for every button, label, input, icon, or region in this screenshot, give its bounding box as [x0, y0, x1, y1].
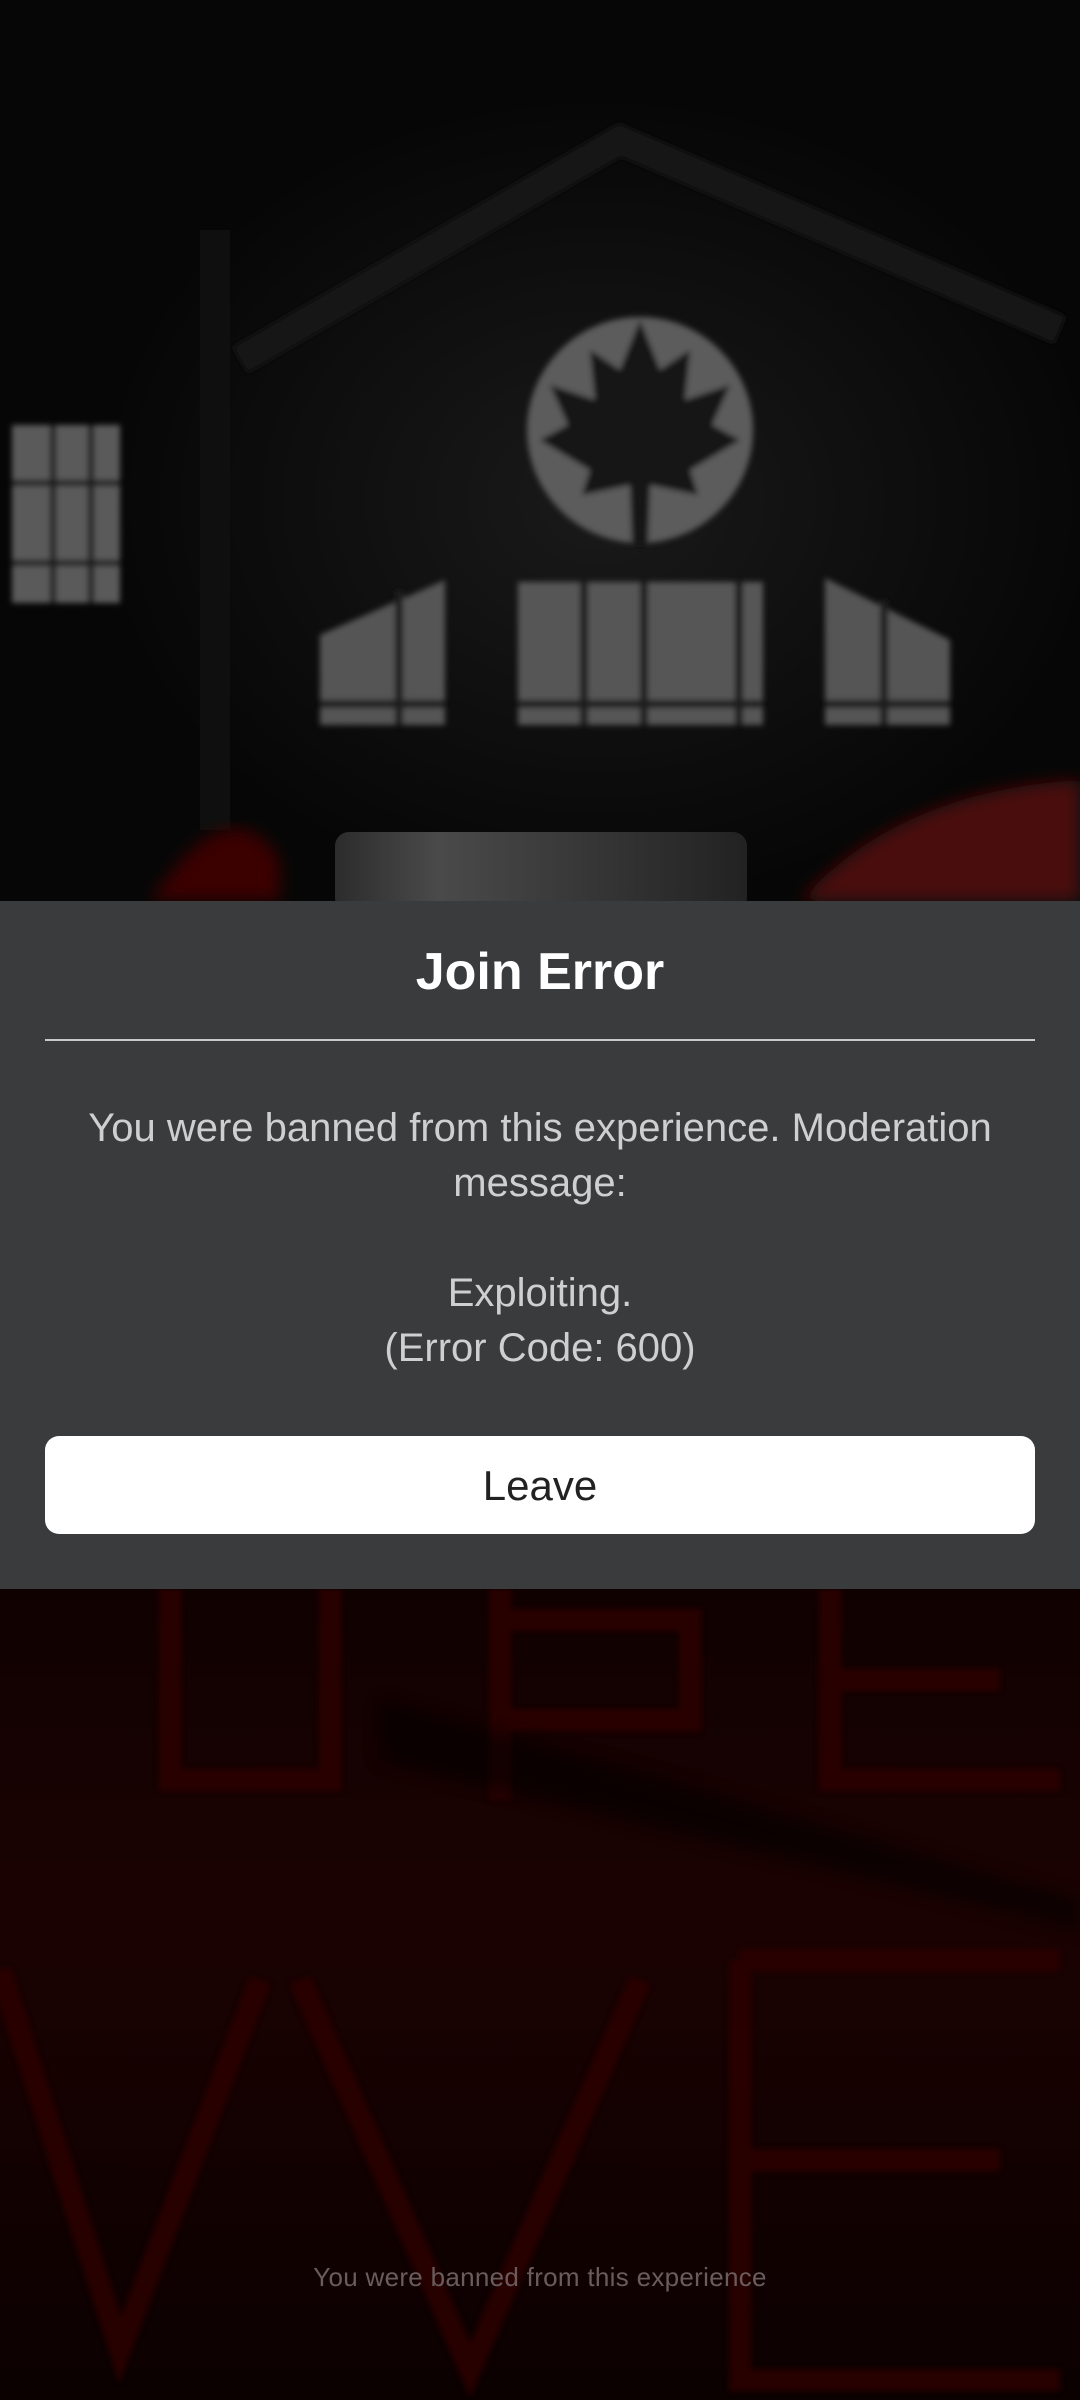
- background-caption: You were banned from this experience: [313, 2262, 767, 2292]
- error-code: (Error Code: 600): [384, 1326, 696, 1370]
- leave-button[interactable]: Leave: [45, 1436, 1035, 1534]
- join-error-dialog: Join Error You were banned from this exp…: [0, 901, 1080, 1589]
- dialog-divider: [45, 1039, 1035, 1041]
- ban-message: You were banned from this experience. Mo…: [88, 1106, 992, 1205]
- ban-reason: Exploiting.: [447, 1271, 633, 1315]
- dialog-title: Join Error: [415, 943, 665, 1001]
- game-loading-screen: You were banned from this experience Joi…: [0, 0, 1080, 2400]
- dialog-message: You were banned from this experience. Mo…: [50, 1101, 1030, 1376]
